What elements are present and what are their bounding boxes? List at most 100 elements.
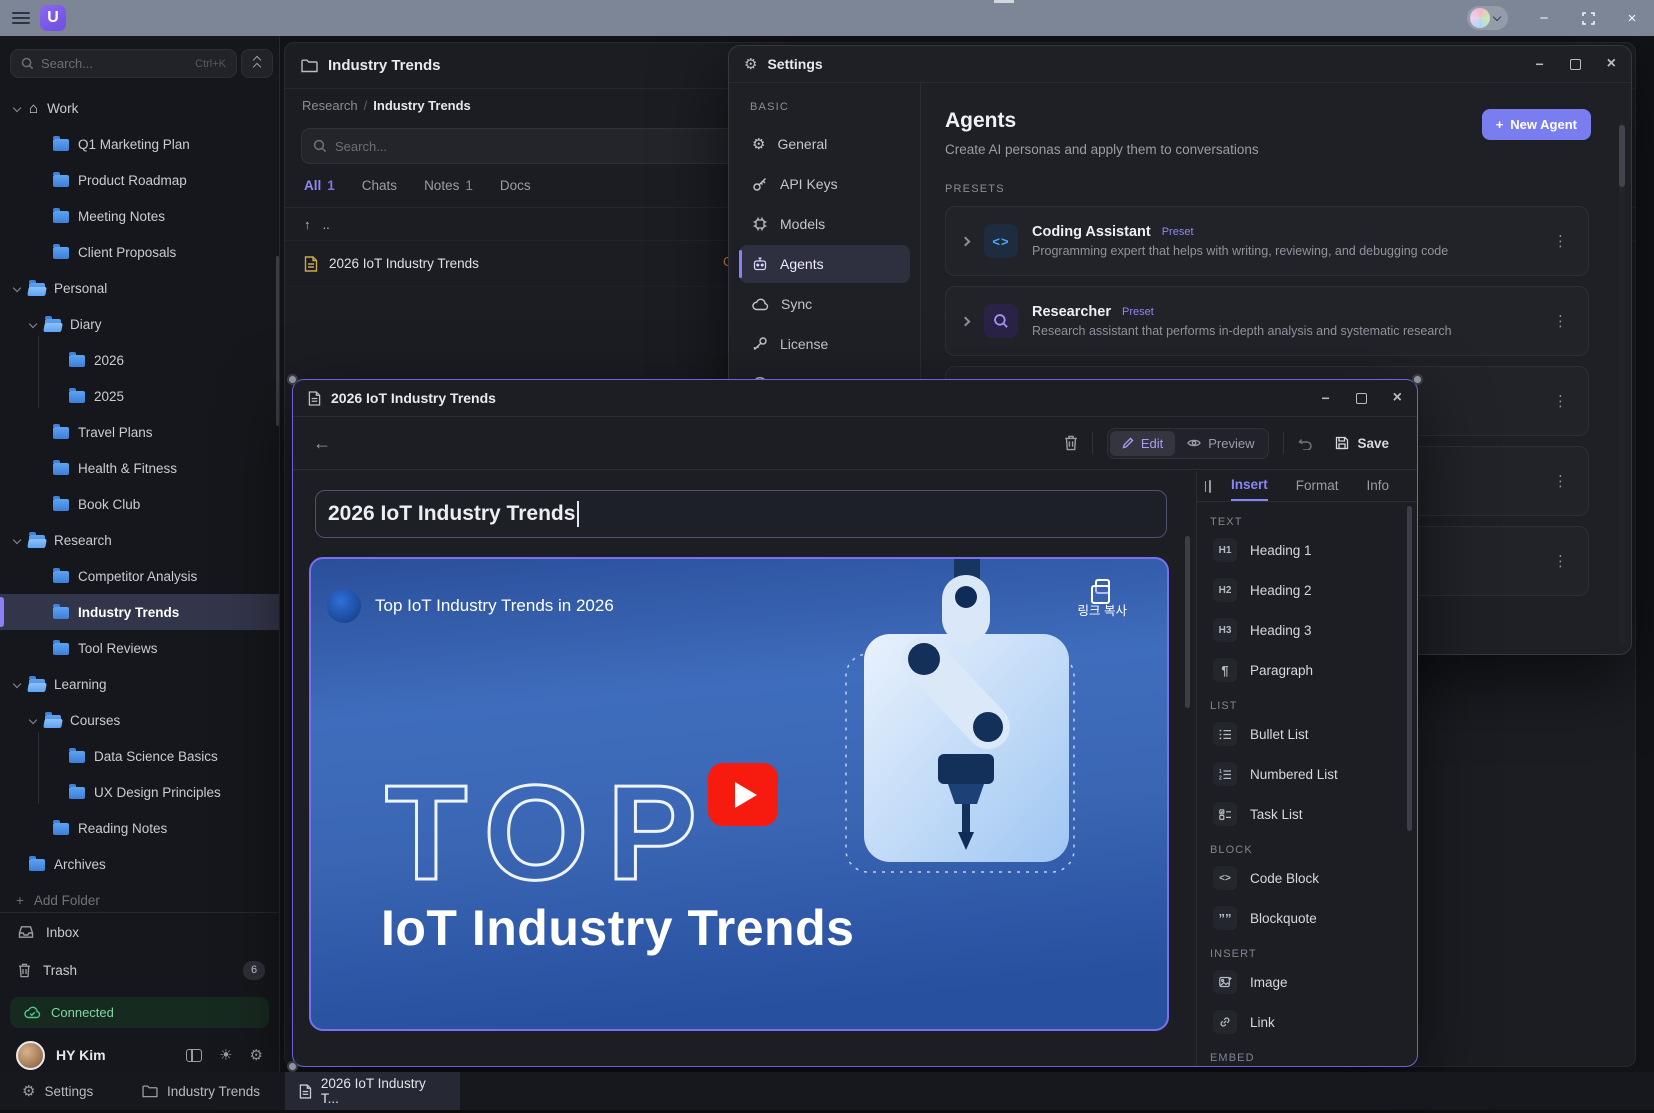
kebab-menu-icon[interactable]: ⋮	[1549, 232, 1572, 250]
sidebar-item-health-fitness[interactable]: Health & Fitness	[0, 450, 279, 486]
taskbar-item-industry-trends[interactable]: Industry Trends	[128, 1072, 274, 1110]
kebab-menu-icon[interactable]: ⋮	[1549, 312, 1572, 330]
settings-nav-api-keys[interactable]: API Keys	[739, 165, 910, 203]
youtube-embed[interactable]: Top IoT Industry Trends in 2026 링크 복사 TO…	[309, 557, 1169, 1031]
chevron-right-icon[interactable]	[961, 316, 971, 326]
chevron-down-icon[interactable]	[13, 104, 21, 112]
preview-mode-button[interactable]: Preview	[1175, 431, 1266, 456]
insert-heading-3[interactable]: H3 Heading 3	[1197, 610, 1417, 650]
user-row[interactable]: HY Kim ☀ ⚙	[0, 1037, 279, 1073]
back-button[interactable]: ←	[313, 433, 331, 454]
document-titlebar[interactable]: 2026 IoT Industry Trends − ×	[293, 380, 1417, 417]
account-menu[interactable]	[1467, 6, 1508, 30]
sidebar-item-data-science-basics[interactable]: Data Science Basics	[0, 738, 279, 774]
channel-avatar[interactable]	[327, 589, 361, 623]
settings-nav-general[interactable]: ⚙ General	[739, 125, 910, 163]
chevron-down-icon[interactable]	[13, 284, 21, 292]
settings-titlebar[interactable]: ⚙ Settings − ×	[729, 46, 1631, 83]
settings-nav-agents[interactable]: Agents	[739, 245, 910, 283]
os-minimize-button[interactable]: −	[1522, 0, 1566, 36]
sidebar-item-industry-trends[interactable]: Industry Trends	[0, 594, 279, 630]
new-agent-button[interactable]: + New Agent	[1482, 109, 1591, 140]
document-close-button[interactable]: ×	[1393, 389, 1402, 407]
settings-nav-models[interactable]: Models	[739, 205, 910, 243]
chevron-down-icon[interactable]	[29, 320, 37, 328]
sidebar-scrollbar[interactable]	[276, 256, 279, 426]
tab-format[interactable]: Format	[1296, 472, 1339, 500]
sidebar-item-courses[interactable]: Courses	[0, 702, 279, 738]
settings-nav-license[interactable]: License	[739, 325, 910, 363]
video-title[interactable]: Top IoT Industry Trends in 2026	[375, 596, 614, 616]
sidebar-item-diary[interactable]: Diary	[0, 306, 279, 342]
toggle-sidebar-icon[interactable]	[186, 1049, 202, 1062]
undo-button[interactable]	[1298, 437, 1313, 450]
insert-code-block[interactable]: <> Code Block	[1197, 858, 1417, 898]
sidebar-search-input[interactable]: Search... Ctrl+K	[10, 49, 237, 78]
chevron-right-icon[interactable]	[961, 236, 971, 246]
os-close-button[interactable]: ×	[1610, 0, 1654, 36]
preset-card-coding-assistant[interactable]: <> Coding Assistant Preset Programming e…	[945, 206, 1589, 276]
sidebar-item-2026[interactable]: 2026	[0, 342, 279, 378]
sidebar-item-travel-plans[interactable]: Travel Plans	[0, 414, 279, 450]
resize-handle[interactable]	[287, 374, 298, 385]
document-maximize-button[interactable]	[1356, 393, 1367, 404]
sidebar-item-product-roadmap[interactable]: Product Roadmap	[0, 162, 279, 198]
insert-heading-2[interactable]: H2 Heading 2	[1197, 570, 1417, 610]
play-button[interactable]	[708, 763, 778, 826]
preset-card-researcher[interactable]: Researcher Preset Research assistant tha…	[945, 286, 1589, 356]
hamburger-menu-icon[interactable]	[12, 12, 30, 24]
tab-chats[interactable]: Chats	[362, 178, 397, 193]
sidebar-item-meeting-notes[interactable]: Meeting Notes	[0, 198, 279, 234]
settings-gear-icon[interactable]: ⚙	[250, 1048, 263, 1063]
os-maximize-button[interactable]	[1566, 0, 1610, 36]
theme-sun-icon[interactable]: ☀	[219, 1048, 232, 1063]
kebab-menu-icon[interactable]: ⋮	[1549, 392, 1572, 410]
panel-toggle-icon[interactable]	[1209, 480, 1211, 493]
resize-handle[interactable]	[1412, 374, 1423, 385]
chevron-down-icon[interactable]	[29, 716, 37, 724]
tab-insert[interactable]: Insert	[1231, 471, 1268, 501]
sidebar-item-inbox[interactable]: Inbox	[0, 913, 279, 951]
edit-mode-button[interactable]: Edit	[1110, 431, 1175, 456]
sidebar-item-reading-notes[interactable]: Reading Notes	[0, 810, 279, 846]
taskbar-item-settings[interactable]: ⚙ Settings	[8, 1072, 107, 1110]
settings-minimize-button[interactable]: −	[1535, 56, 1543, 72]
chevron-down-icon[interactable]	[13, 536, 21, 544]
insert-heading-1[interactable]: H1 Heading 1	[1197, 530, 1417, 570]
sidebar-item-q1-marketing-plan[interactable]: Q1 Marketing Plan	[0, 126, 279, 162]
sidebar-item-personal[interactable]: Personal	[0, 270, 279, 306]
document-title-input[interactable]: 2026 IoT Industry Trends	[315, 490, 1167, 538]
editor-scrollbar[interactable]	[1185, 536, 1190, 708]
insert-paragraph[interactable]: ¶ Paragraph	[1197, 650, 1417, 690]
resize-handle[interactable]	[287, 1061, 298, 1072]
insert-bullet-list[interactable]: Bullet List	[1197, 714, 1417, 754]
sidebar-item-tool-reviews[interactable]: Tool Reviews	[0, 630, 279, 666]
sidebar-item-book-club[interactable]: Book Club	[0, 486, 279, 522]
sidebar-item-client-proposals[interactable]: Client Proposals	[0, 234, 279, 270]
insert-youtube[interactable]: YouTube	[1197, 1066, 1417, 1067]
tab-all[interactable]: All1	[304, 178, 335, 193]
kebab-menu-icon[interactable]: ⋮	[1549, 552, 1572, 570]
settings-maximize-button[interactable]	[1570, 59, 1581, 70]
side-panel-scrollbar[interactable]	[1407, 506, 1412, 831]
taskbar-item-document[interactable]: 2026 IoT Industry T...	[285, 1072, 460, 1110]
breadcrumb-parent[interactable]: Research	[302, 98, 358, 113]
settings-nav-sync[interactable]: Sync	[739, 285, 910, 323]
tab-notes[interactable]: Notes1	[424, 178, 473, 193]
tab-info[interactable]: Info	[1367, 472, 1390, 500]
insert-blockquote[interactable]: ”” Blockquote	[1197, 898, 1417, 938]
sidebar-item-competitor-analysis[interactable]: Competitor Analysis	[0, 558, 279, 594]
sidebar-item-ux-design-principles[interactable]: UX Design Principles	[0, 774, 279, 810]
document-minimize-button[interactable]: −	[1321, 390, 1329, 406]
sidebar-item-research[interactable]: Research	[0, 522, 279, 558]
sidebar-item-archives[interactable]: Archives	[0, 846, 279, 882]
save-button[interactable]: Save	[1327, 432, 1397, 455]
sidebar-item-learning[interactable]: Learning	[0, 666, 279, 702]
sidebar-item-trash[interactable]: Trash 6	[0, 951, 279, 989]
insert-numbered-list[interactable]: 12 Numbered List	[1197, 754, 1417, 794]
sidebar-item-2025[interactable]: 2025	[0, 378, 279, 414]
trash-icon[interactable]	[1064, 435, 1078, 451]
insert-image[interactable]: Image	[1197, 962, 1417, 1002]
settings-close-button[interactable]: ×	[1607, 55, 1616, 73]
chevron-down-icon[interactable]	[13, 680, 21, 688]
